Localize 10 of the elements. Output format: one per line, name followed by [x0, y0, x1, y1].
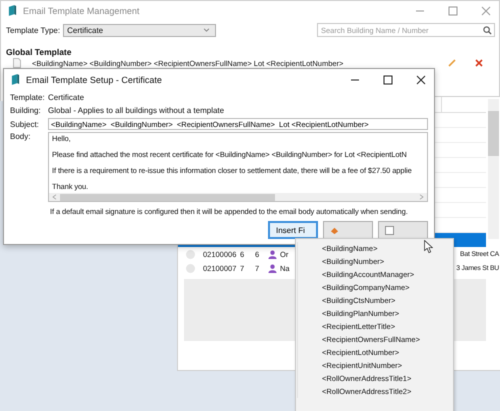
window-title: Email Template Management [23, 6, 140, 16]
field-value: Global - Applies to all buildings without a template [48, 106, 224, 115]
template-type-label: Template Type: [6, 26, 60, 34]
body-label: Body: [10, 132, 32, 141]
field-label: Template: [10, 93, 44, 102]
subject-label: Subject: [10, 120, 40, 128]
section-heading: Global Template [5, 46, 72, 57]
dialog-title: Email Template Setup - Certificate [26, 74, 162, 84]
field-value: Certificate [48, 93, 84, 102]
field-label: Building: [10, 106, 42, 115]
